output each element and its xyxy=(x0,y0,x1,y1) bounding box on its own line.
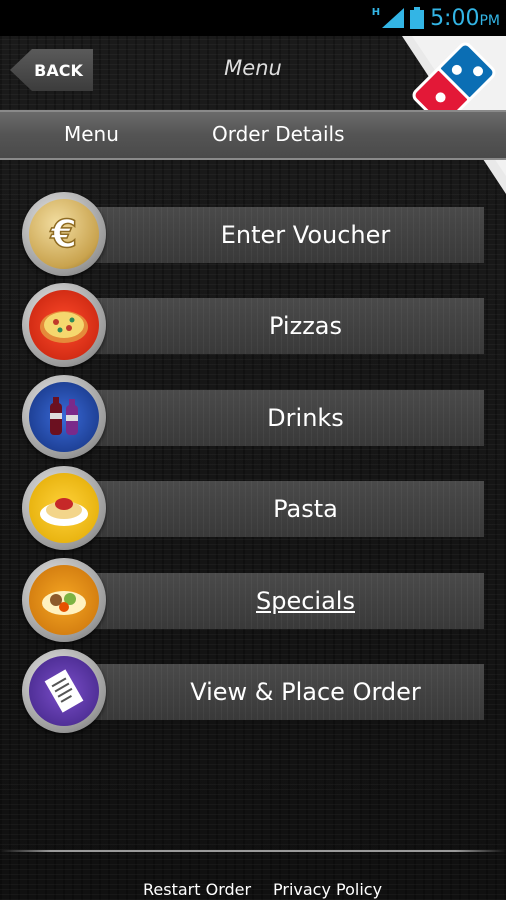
privacy-policy-link[interactable]: Privacy Policy xyxy=(273,880,382,899)
menu-item-view-place-order[interactable]: View & Place Order xyxy=(22,647,484,733)
euro-coin-icon: € xyxy=(22,192,106,276)
menu-item-bar[interactable]: Pasta xyxy=(77,481,484,537)
svg-text:€: € xyxy=(50,212,77,256)
menu-item-bar[interactable]: Pizzas xyxy=(77,298,484,354)
pizza-icon xyxy=(22,283,106,367)
pasta-icon xyxy=(22,466,106,550)
menu-item-label: Pasta xyxy=(273,495,338,523)
footer-divider xyxy=(0,850,506,852)
status-bar: H 5:00PM xyxy=(0,0,506,36)
network-type: H xyxy=(371,6,381,18)
menu-item-label: Pizzas xyxy=(268,312,343,340)
receipt-icon xyxy=(22,649,106,733)
menu-item-bar[interactable]: Drinks xyxy=(77,390,484,446)
tabs-bar: Menu Order Details xyxy=(0,110,506,160)
menu-item-label: Drinks xyxy=(267,404,344,432)
menu-item-bar[interactable]: Enter Voucher xyxy=(77,207,484,263)
signal-icon xyxy=(382,8,405,28)
tab-order-details[interactable]: Order Details xyxy=(212,122,345,146)
menu-item-label: Specials xyxy=(256,587,355,615)
clock: 5:00PM xyxy=(430,5,500,31)
menu-item-label: Enter Voucher xyxy=(220,221,391,249)
menu-item-bar[interactable]: View & Place Order xyxy=(77,664,484,720)
menu-item-drinks[interactable]: Drinks xyxy=(22,373,484,459)
footer: Restart Order Privacy Policy xyxy=(0,880,506,900)
drinks-icon xyxy=(22,375,106,459)
menu-item-pizzas[interactable]: Pizzas xyxy=(22,281,484,367)
menu-item-enter-voucher[interactable]: Enter Voucher € xyxy=(22,190,484,276)
tab-menu[interactable]: Menu xyxy=(64,122,119,146)
menu-item-pasta[interactable]: Pasta xyxy=(22,464,484,550)
battery-icon xyxy=(410,7,425,29)
menu-item-label: View & Place Order xyxy=(190,678,421,706)
menu-item-specials[interactable]: Specials xyxy=(22,556,484,642)
restart-order-link[interactable]: Restart Order xyxy=(143,880,251,899)
specials-icon xyxy=(22,558,106,642)
menu-item-bar[interactable]: Specials xyxy=(77,573,484,629)
